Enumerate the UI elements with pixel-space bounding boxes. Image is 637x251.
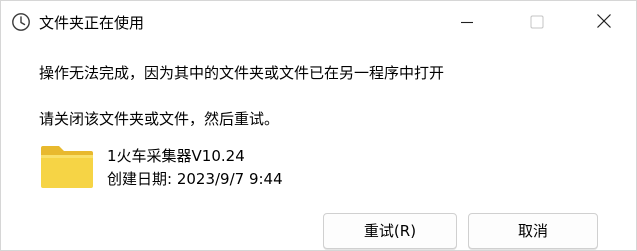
folder-icon: [39, 144, 95, 190]
window-title: 文件夹正在使用: [39, 14, 145, 32]
close-button[interactable]: [581, 1, 627, 45]
title-bar[interactable]: 文件夹正在使用: [1, 1, 636, 45]
file-created-date: 创建日期: 2023/9/7 9:44: [107, 170, 283, 188]
instruction-message: 请关闭该文件夹或文件，然后重试。: [39, 110, 280, 128]
minimize-icon: [460, 14, 474, 33]
maximize-button[interactable]: [514, 1, 560, 45]
file-in-use-dialog: 文件夹正在使用 操作无法完成，因为其中的文件夹或文件已在另一程序中打开 请关闭该…: [0, 0, 637, 251]
clock-icon: [11, 12, 31, 32]
retry-button[interactable]: 重试(R): [323, 213, 457, 249]
error-message: 操作无法完成，因为其中的文件夹或文件已在另一程序中打开: [39, 64, 445, 82]
maximize-icon: [530, 14, 544, 33]
close-icon: [596, 13, 612, 33]
cancel-button[interactable]: 取消: [468, 213, 598, 249]
file-name: 1火车采集器V10.24: [107, 147, 245, 165]
minimize-button[interactable]: [444, 1, 490, 45]
